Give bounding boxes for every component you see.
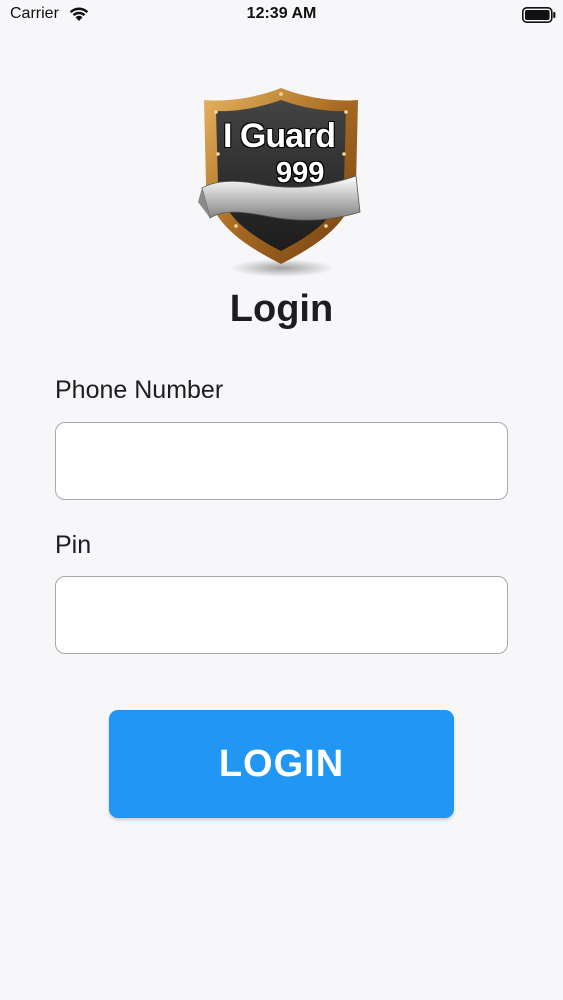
pin-input[interactable]: [55, 576, 508, 654]
login-screen: Carrier 12:39 AM I Guard 999 Login Phone…: [0, 0, 563, 1000]
logo-text-line1: I Guard: [223, 117, 336, 155]
login-button[interactable]: LOGIN: [109, 710, 454, 818]
pin-label: Pin: [55, 531, 92, 559]
status-bar: Carrier 12:39 AM: [0, 0, 563, 30]
clock: 12:39 AM: [246, 5, 317, 22]
page-title: Login: [229, 288, 334, 330]
phone-number-input[interactable]: [55, 422, 508, 500]
phone-number-label: Phone Number: [55, 376, 224, 404]
battery-icon: [522, 7, 556, 23]
logo-text-line2: 999: [276, 157, 325, 189]
